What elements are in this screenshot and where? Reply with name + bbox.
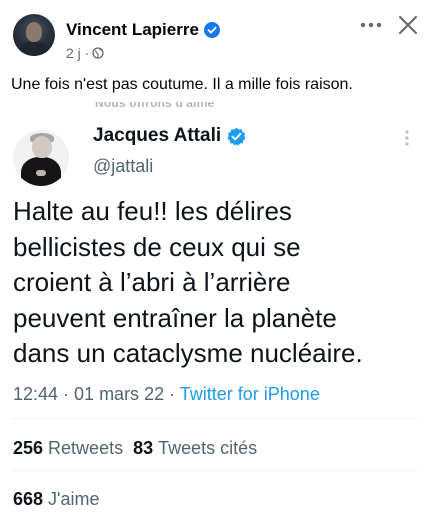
quotes-stat: 83 Tweets cités — [133, 438, 257, 459]
retweets-count: 256 — [13, 438, 44, 458]
tweet-author-handle: @jattali — [93, 156, 154, 176]
post-meta: 2 j · — [66, 45, 104, 61]
tweet-timestamp: 12:44 · 01 mars 22 · — [13, 384, 180, 404]
author-name-row: Vincent Lapierre — [66, 20, 220, 40]
tweet-author-row: Jacques Attali — [93, 125, 246, 147]
author-avatar[interactable] — [13, 14, 55, 56]
tweet-screenshot: Nous offrons d'aime Jacques Attali @jatt… — [0, 102, 431, 525]
tweet-text-line: Halte au feu!! les délires — [13, 196, 292, 226]
retweets-label: Retweets — [48, 438, 124, 458]
verified-badge-icon — [227, 127, 246, 146]
likes-stat: 668 J'aime — [13, 489, 100, 510]
tweet-cropped-header: Nous offrons d'aime — [95, 102, 215, 110]
likes-count: 668 — [13, 489, 44, 509]
post-age[interactable]: 2 j · — [66, 45, 89, 61]
quotes-count: 83 — [133, 438, 154, 458]
quotes-label: Tweets cités — [158, 438, 258, 458]
tweet-text-line: dans un cataclysme nucléaire. — [13, 338, 363, 368]
tweet-author-name: Jacques Attali — [93, 125, 222, 146]
post-caption: Une fois n'est pas coutume. Il a mille f… — [11, 76, 353, 93]
post-header: Vincent Lapierre 2 j · — [0, 0, 431, 70]
divider — [13, 470, 418, 471]
tweet-text-line: croient à l’abri à l’arrière — [13, 267, 291, 297]
tweet-text: Halte au feu!! les délires bellicistes d… — [13, 194, 423, 372]
tweet-text-line: bellicistes de ceux qui se — [13, 231, 301, 262]
divider — [13, 418, 418, 419]
more-vertical-icon — [405, 130, 409, 146]
more-horizontal-icon[interactable] — [359, 17, 383, 33]
author-name[interactable]: Vincent Lapierre — [66, 20, 199, 40]
tweet-timestamp-row: 12:44 · 01 mars 22 · Twitter for iPhone — [13, 384, 320, 405]
retweets-stat: 256 Retweets — [13, 438, 123, 459]
verified-badge-icon — [203, 22, 220, 38]
tweet-author-avatar — [13, 130, 69, 186]
globe-icon — [92, 47, 104, 59]
close-icon[interactable] — [398, 15, 418, 35]
tweet-stats: 256 Retweets 83 Tweets cités — [13, 438, 267, 459]
tweet-source: Twitter for iPhone — [179, 384, 320, 404]
tweet-text-line: peuvent entraîner la planète — [13, 302, 337, 333]
likes-label: J'aime — [48, 489, 100, 509]
